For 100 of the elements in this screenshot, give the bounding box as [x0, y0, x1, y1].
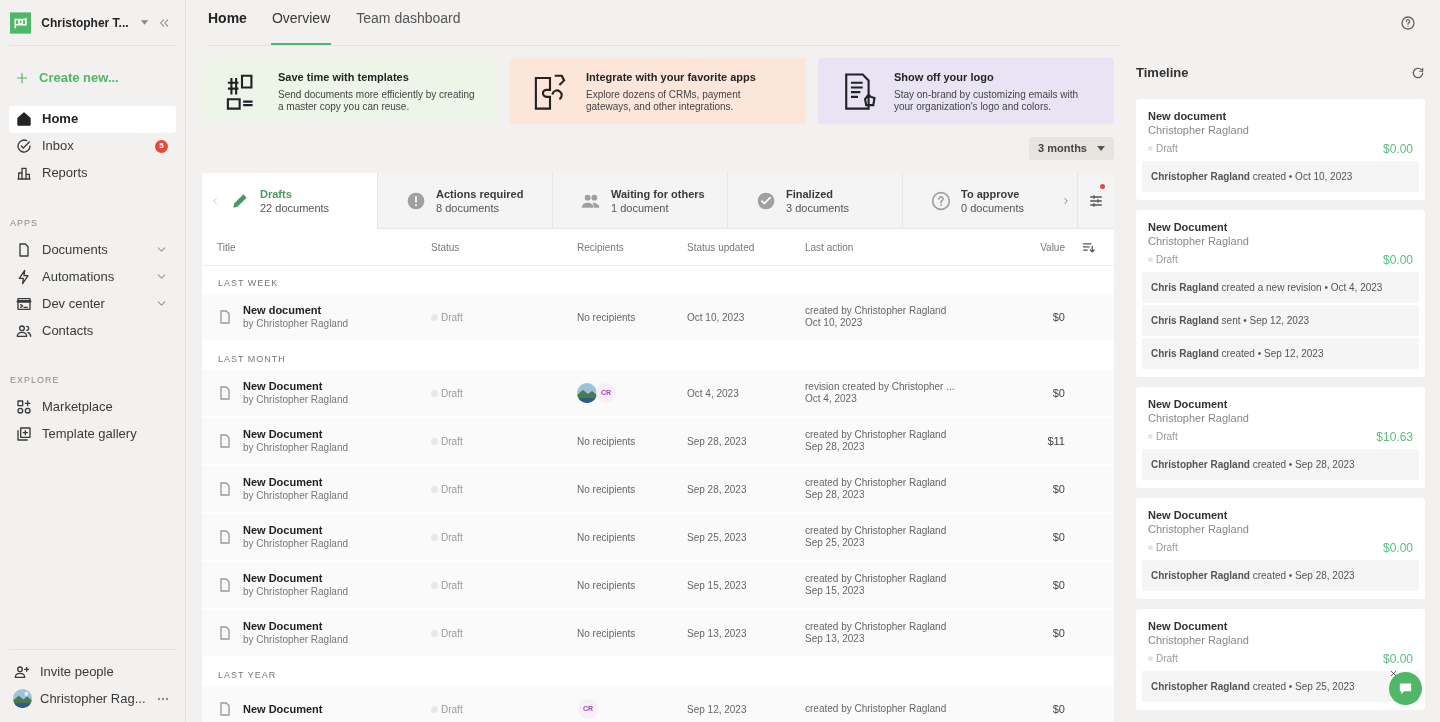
table-row[interactable]: New Document by Christopher Ragland Draft No recipients Sep 25, 2023 created by Christopher Ragland Sep 25, 2023 $0 — [202, 514, 1114, 562]
status-updated-date: Sep 25, 2023 — [687, 530, 748, 545]
column-header[interactable]: Last action — [805, 239, 995, 255]
value-text: $0 — [1051, 385, 1065, 401]
status-tab[interactable]: Finalized 3 documents — [727, 173, 902, 229]
recipients-text: No recipients — [577, 578, 637, 593]
lightning-icon — [16, 268, 32, 285]
card-title: New Document — [1148, 618, 1229, 633]
promo-title: Show off your logo — [894, 70, 995, 86]
table-row[interactable]: New Document by Christopher Ragland Draft No recipients Sep 28, 2023 created by Christopher Ragland Sep 28, 2023 $0 — [202, 466, 1114, 514]
status-label: Draft — [441, 530, 463, 545]
event-item: Chris Ragland sent • Sep 12, 2023 — [1142, 304, 1419, 336]
filter-button[interactable] — [1077, 173, 1114, 229]
refresh-icon[interactable] — [1411, 65, 1425, 80]
chevron-left-icon[interactable] — [210, 195, 220, 207]
nav-tab[interactable]: Team dashboard — [355, 8, 462, 45]
column-header[interactable]: Value — [995, 239, 1065, 255]
caret-icon[interactable] — [140, 20, 148, 25]
promo-card[interactable]: Show off your logo Stay on-brand by customizing emails with your organization's logo and colors. — [818, 58, 1114, 124]
timeline-card[interactable]: New Document Christopher Ragland Draft $0.00 Christopher Ragland created • Sep 25, 2023 — [1136, 608, 1425, 710]
sidebar-item[interactable]: Inbox 5 — [9, 132, 176, 160]
logo-icon[interactable] — [10, 10, 32, 35]
timeline-card[interactable]: New Document Christopher Ragland Draft $0.00 Chris Ragland created a new revision • Oct 4, 2023 Chris Ragland sent • Sep 12, 2023 Chris Ragland created • Sep 12, 2023 — [1136, 209, 1425, 377]
column-header[interactable]: Status — [431, 239, 577, 255]
amount-text: $10.63 — [1376, 429, 1413, 444]
column-header[interactable]: Status updated — [687, 239, 805, 255]
event-item: Christopher Ragland created • Sep 28, 2023 — [1142, 559, 1419, 591]
organization-name[interactable]: Christopher T... — [41, 13, 129, 32]
sidebar-item[interactable]: Documents — [9, 236, 176, 263]
status-updated-date: Sep 15, 2023 — [687, 578, 748, 593]
status-label: Draft — [441, 578, 463, 593]
sidebar-item[interactable]: Dev center — [9, 290, 176, 317]
invite-people-link[interactable]: Invite people — [9, 658, 176, 685]
pencil-icon — [230, 191, 250, 211]
document-author: by Christopher Ragland — [243, 441, 349, 455]
status-label: Draft — [441, 482, 463, 497]
group-heading: LAST YEAR — [217, 668, 278, 682]
status-updated-date: Oct 4, 2023 — [687, 386, 740, 401]
document-title: New Document — [243, 619, 324, 633]
column-header[interactable]: Title — [217, 239, 431, 255]
sidebar-item[interactable]: Contacts — [9, 317, 176, 344]
last-action-text: created by Christopher Ragland — [805, 621, 948, 633]
check-circle-icon — [16, 138, 32, 154]
template-gallery-icon — [16, 426, 32, 442]
status-tab[interactable]: Waiting for others 1 document — [552, 173, 727, 229]
check-circle-icon — [756, 190, 776, 211]
document-author: by Christopher Ragland — [243, 489, 349, 503]
sidebar-item[interactable]: Reports — [9, 159, 176, 187]
value-text: $0 — [1051, 529, 1065, 545]
last-action-text: created by Christopher Ragland — [805, 477, 948, 489]
value-text: $0 — [1051, 577, 1065, 593]
sidebar-item[interactable]: Home — [9, 105, 176, 133]
last-action-text: created by Christopher Ragland — [805, 525, 948, 537]
timeline-card[interactable]: New Document Christopher Ragland Draft $0.00 Christopher Ragland created • Sep 28, 2023 — [1136, 497, 1425, 599]
timeline-card[interactable]: New document Christopher Ragland Draft $0.00 Christopher Ragland created • Oct 10, 2023 — [1136, 98, 1425, 200]
user-name[interactable]: Christopher Rag... — [40, 688, 148, 709]
document-icon — [217, 624, 233, 642]
promo-text: Explore dozens of CRMs, payment gateways, and other integrations. — [586, 88, 742, 113]
timeline-title: Timeline — [1136, 64, 1189, 82]
column-header[interactable]: Recipients — [577, 239, 687, 255]
sidebar-item[interactable]: Template gallery — [9, 420, 176, 448]
status-tab[interactable]: To approve 0 documents — [902, 173, 1077, 229]
document-icon — [217, 308, 233, 326]
card-author: Christopher Ragland — [1148, 122, 1250, 137]
card-author: Christopher Ragland — [1148, 233, 1250, 248]
help-icon[interactable] — [1400, 15, 1416, 31]
document-author: by Christopher Ragland — [243, 393, 349, 407]
document-icon — [217, 700, 233, 718]
table-row[interactable]: New Document by Christopher Ragland Draft No recipients Sep 15, 2023 created by Christopher Ragland Sep 15, 2023 $0 — [202, 562, 1114, 610]
status-label: Draft — [1156, 651, 1178, 666]
document-title: New Document — [243, 379, 324, 393]
card-author: Christopher Ragland — [1148, 410, 1250, 425]
amount-text: $0.00 — [1382, 252, 1413, 267]
last-action-text: created by Christopher Ragland — [805, 305, 948, 317]
last-action-text: created by Christopher Ragland — [805, 429, 948, 441]
status-tab[interactable]: Actions required 8 documents — [377, 173, 552, 229]
promo-title: Integrate with your favorite apps — [586, 70, 757, 86]
promo-card[interactable]: Save time with templates Send documents more efficiently by creating a master copy you can reuse. — [202, 58, 498, 124]
period-dropdown[interactable]: 3 months — [1029, 137, 1114, 160]
timeline-card[interactable]: New Document Christopher Ragland Draft $10.63 Christopher Ragland created • Sep 28, 2023 — [1136, 386, 1425, 488]
group-heading: LAST WEEK — [217, 276, 280, 290]
last-action-text: Sep 28, 2023 — [805, 441, 866, 453]
value-text: $0 — [1051, 625, 1065, 641]
amount-text: $0.00 — [1382, 651, 1413, 666]
status-updated-date: Sep 28, 2023 — [687, 434, 748, 449]
table-row[interactable]: New Document by Christopher Ragland Draft No recipients Sep 28, 2023 created by Christopher Ragland Sep 28, 2023 $11 — [202, 418, 1114, 466]
table-row[interactable]: New Document by Christopher Ragland Draft No recipients Sep 13, 2023 created by Christopher Ragland Sep 13, 2023 $0 — [202, 610, 1114, 658]
recipients-text: No recipients — [577, 434, 637, 449]
promo-card[interactable]: Integrate with your favorite apps Explore dozens of CRMs, payment gateways, and other integrations. — [510, 58, 806, 124]
document-icon — [217, 576, 233, 594]
apps-icon — [16, 399, 32, 415]
sidebar-item[interactable]: Automations — [9, 263, 176, 290]
last-action-text: revision created by Christopher ... — [805, 381, 956, 393]
nav-tab[interactable]: Overview — [270, 8, 332, 45]
close-icon[interactable] — [1389, 669, 1398, 678]
sidebar-item[interactable]: Marketplace — [9, 393, 176, 421]
card-author: Christopher Ragland — [1148, 632, 1250, 647]
card-title: New document — [1148, 108, 1228, 123]
bar-chart-icon — [16, 165, 32, 181]
table-row[interactable]: New document by Christopher Ragland Draft No recipients Oct 10, 2023 created by Christopher Ragland Oct 10, 2023 $0 — [202, 294, 1114, 342]
